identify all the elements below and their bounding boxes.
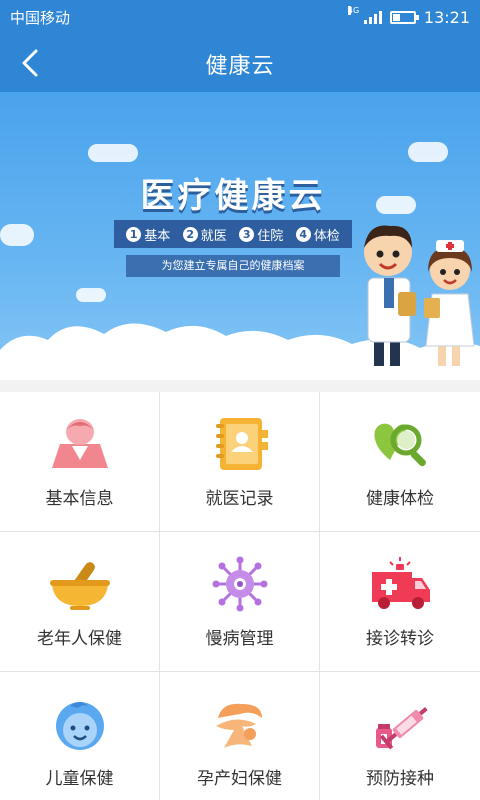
medical-record-book-icon [215,418,268,470]
grid-item-label: 健康体检 [366,489,434,509]
steps-ribbon: 1 基本 2 就医 3 住院 4 体检 [114,220,352,248]
nav-bar: 健康云 [0,34,480,92]
baby-face-icon [55,702,104,750]
cloud-icon [76,288,106,302]
heart-magnifier-icon [374,423,426,467]
cloud-icon [376,196,416,214]
grid-item-maternal-care[interactable]: 孕产妇保健 [160,672,319,800]
grid-item-referral[interactable]: 接诊转诊 [320,532,480,671]
clock: 13:21 [423,7,470,27]
grid-item-label: 慢病管理 [205,629,274,649]
cloud-icon [88,144,138,162]
signal-icon: 4G [347,6,382,24]
promo-banner[interactable]: 医疗健康云 1 基本 2 就医 3 住院 4 体检 为您建立专属自己的健康档案 [0,92,480,380]
grid-item-label: 儿童保健 [45,769,114,789]
grid-item-basic-info[interactable]: 基本信息 [0,392,159,531]
step-item: 1 基本 [126,225,170,244]
banner-headline: 医疗健康云 [140,176,326,216]
mother-icon [215,703,262,748]
grid-item-label: 就医记录 [205,489,274,509]
step-item: 3 住院 [239,225,283,244]
grid-item-label: 预防接种 [366,769,434,789]
virus-icon [212,556,267,612]
grid-item-vaccination[interactable]: 预防接种 [320,672,480,800]
grid-item-label: 接诊转诊 [366,629,434,649]
cloud-icon [408,142,448,162]
status-bar: 中国移动 4G 13:21 [0,0,480,34]
nurse-illustration [424,240,475,366]
ambulance-icon [372,557,430,609]
doctor-illustration [364,225,416,366]
step-item: 4 体检 [295,225,340,244]
vaccine-syringe-icon [376,707,428,750]
cloud-icon [0,224,34,246]
service-grid: 基本信息 就医记录 健康体检 老年人保健 慢病管理 接诊转诊 儿童保健 孕产妇保… [0,392,480,800]
grid-item-health-checkup[interactable]: 健康体检 [320,392,480,531]
step-item: 2 就医 [182,225,227,244]
network-type: 4G [347,6,360,15]
grid-item-child-care[interactable]: 儿童保健 [0,672,159,800]
battery-icon [389,10,419,24]
banner-tagline: 为您建立专属自己的健康档案 [126,255,340,277]
person-profile-icon [51,419,108,468]
grid-item-chronic-disease[interactable]: 慢病管理 [160,532,319,671]
grid-item-label: 老年人保健 [37,629,122,649]
grid-item-medical-records[interactable]: 就医记录 [160,392,319,531]
carrier-name: 中国移动 [10,9,71,27]
mortar-pestle-icon [49,562,110,610]
status-indicators: 4G 13:21 [347,6,470,28]
page-title: 健康云 [205,54,275,79]
grid-item-label: 基本信息 [45,489,114,509]
grid-item-elderly-care[interactable]: 老年人保健 [0,532,159,671]
grid-item-label: 孕产妇保健 [197,769,282,789]
